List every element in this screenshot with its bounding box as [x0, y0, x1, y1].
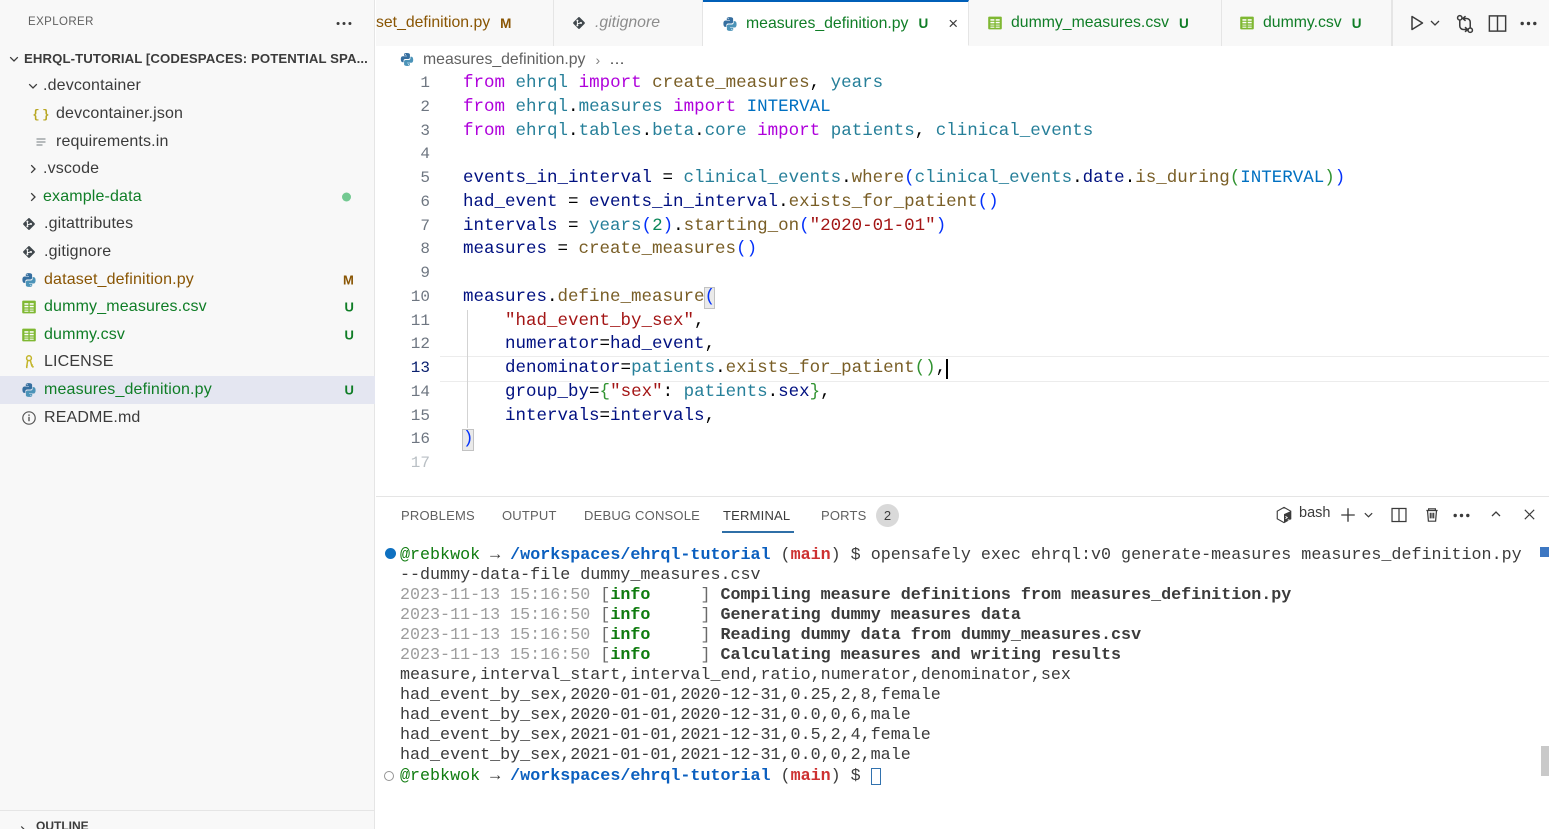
svg-text:{ }: { }: [33, 108, 49, 122]
